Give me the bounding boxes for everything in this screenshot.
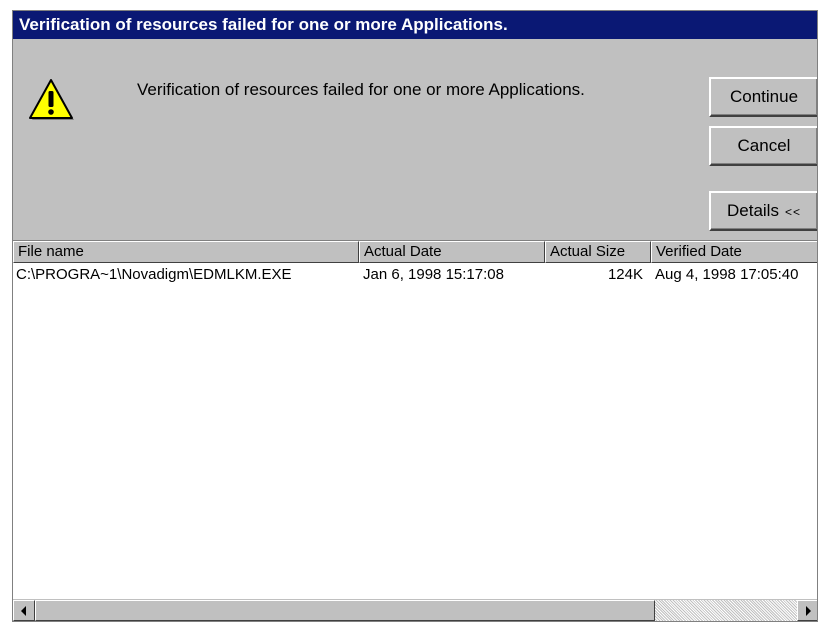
table-row[interactable]: C:\PROGRA~1\Novadigm\EDMLKM.EXE Jan 6, 1… bbox=[13, 265, 817, 285]
cancel-button-label: Cancel bbox=[737, 136, 791, 155]
details-button[interactable]: Details << bbox=[709, 191, 817, 231]
continue-button[interactable]: Continue bbox=[709, 77, 817, 117]
column-header-verified-date[interactable]: Verified Date bbox=[651, 241, 817, 263]
collapse-chevron-icon: << bbox=[784, 205, 801, 219]
dialog-message: Verification of resources failed for one… bbox=[137, 80, 585, 99]
continue-button-label: Continue bbox=[729, 87, 799, 106]
scrollbar-thumb[interactable] bbox=[35, 600, 655, 621]
cell-actual-date: Jan 6, 1998 15:17:08 bbox=[363, 266, 504, 283]
scroll-right-button[interactable] bbox=[797, 600, 817, 621]
arrow-right-icon bbox=[806, 606, 811, 616]
file-list[interactable]: File name Actual Date Actual Size Verifi… bbox=[13, 240, 817, 621]
cell-verified-date: Aug 4, 1998 17:05:40 bbox=[655, 266, 799, 283]
column-header-actual-date[interactable]: Actual Date bbox=[359, 241, 545, 263]
title-bar: Verification of resources failed for one… bbox=[13, 11, 817, 39]
dialog-window: Verification of resources failed for one… bbox=[12, 10, 818, 622]
cancel-button[interactable]: Cancel bbox=[709, 126, 817, 166]
column-header-file-name[interactable]: File name bbox=[13, 241, 359, 263]
list-header: File name Actual Date Actual Size Verifi… bbox=[13, 241, 817, 263]
horizontal-scrollbar[interactable] bbox=[13, 599, 817, 621]
cell-actual-size: 124K bbox=[607, 266, 643, 283]
details-button-label: Details bbox=[727, 201, 779, 220]
cell-file-name: C:\PROGRA~1\Novadigm\EDMLKM.EXE bbox=[16, 266, 292, 283]
column-header-actual-size[interactable]: Actual Size bbox=[545, 241, 651, 263]
arrow-left-icon bbox=[21, 606, 26, 616]
scroll-left-button[interactable] bbox=[13, 600, 35, 621]
warning-icon bbox=[29, 79, 74, 120]
